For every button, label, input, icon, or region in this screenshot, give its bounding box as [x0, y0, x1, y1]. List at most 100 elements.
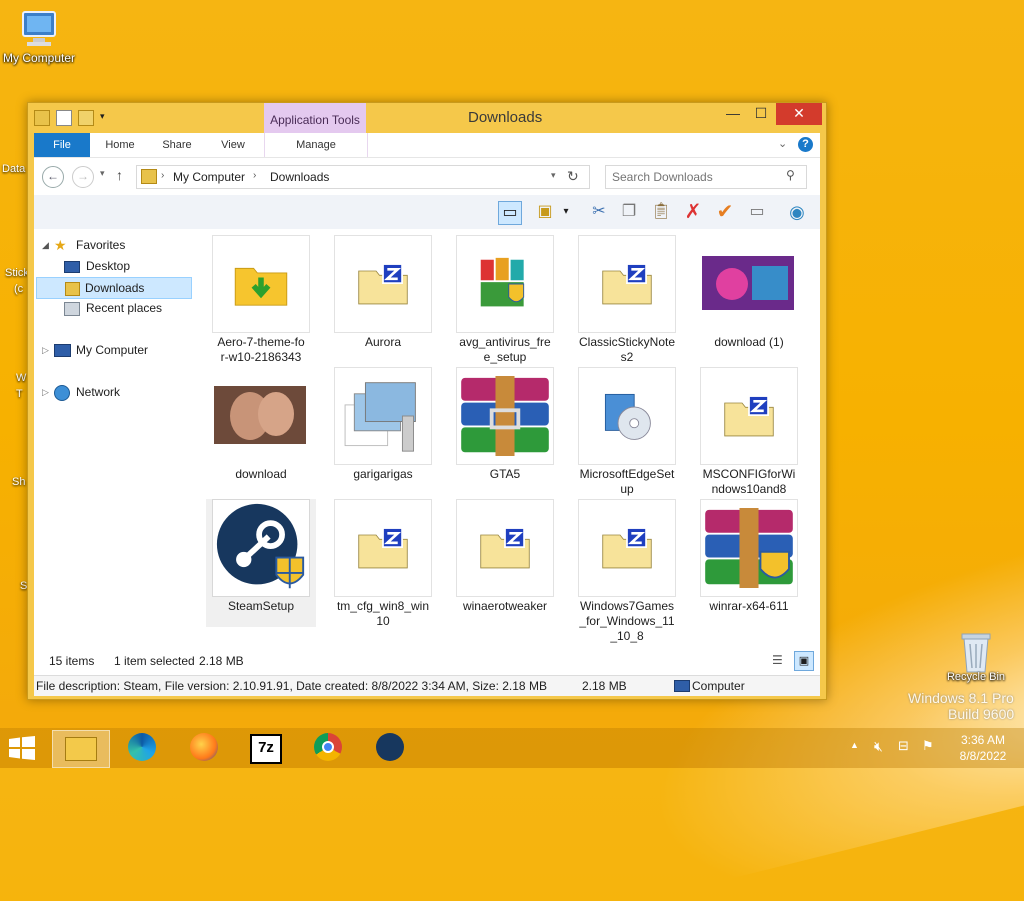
paste-icon[interactable]: 📋︎ [650, 201, 672, 223]
tab-share[interactable]: Share [154, 133, 200, 157]
file-tile[interactable]: Aero-7-theme-fo r-w10-2186343 [206, 235, 316, 364]
file-tile[interactable]: download [206, 367, 316, 495]
tree-recent-places[interactable]: Recent places [34, 298, 194, 318]
expand-arrow-icon[interactable]: ◢ [42, 235, 49, 255]
start-button[interactable] [8, 736, 38, 760]
taskbar-app-button[interactable] [176, 730, 232, 766]
chrome-icon [300, 733, 356, 761]
action-center-icon[interactable]: ⚑ [922, 738, 934, 754]
close-button[interactable]: ✕ [776, 103, 822, 125]
quick-access-toolbar: ▾ [34, 110, 108, 126]
customize-qat-icon[interactable]: ▾ [100, 111, 108, 125]
tab-manage[interactable]: Manage [264, 133, 368, 157]
file-tile[interactable]: Aurora [328, 235, 438, 363]
tree-network[interactable]: ▷ Network [34, 382, 194, 402]
cut-icon[interactable]: ✂ [588, 201, 610, 223]
partial-icon-label: T [16, 388, 23, 400]
partial-icon-label: Stick [5, 267, 29, 279]
details-view-icon[interactable]: ☰ [772, 653, 788, 667]
desktop-icon-recycle-bin[interactable]: Recycle Bin [940, 630, 1012, 683]
up-button[interactable]: ↑ [116, 167, 123, 183]
recent-locations-dropdown[interactable]: ▾ [100, 168, 105, 179]
file-tile[interactable]: winaerotweaker [450, 499, 560, 627]
file-tile[interactable]: winrar-x64-611 [694, 499, 804, 627]
search-input[interactable] [610, 168, 782, 186]
folder-download-icon [212, 235, 310, 333]
explorer-window[interactable]: ▾ Application Tools Downloads — ☐ ✕ File… [27, 102, 827, 700]
zip-folder-icon [456, 499, 554, 597]
watermark-line2: Build 9600 [948, 706, 1015, 722]
tree-my-computer[interactable]: ▷ My Computer [34, 340, 194, 360]
taskbar-app-button[interactable] [362, 730, 418, 766]
command-toolbar: ▭ ▣ ▾ ✂ ❐ 📋︎ ✗ ✔ ▭ ◉ [34, 195, 820, 229]
clock-date[interactable]: 8/8/2022 [954, 749, 1012, 763]
rename-check-icon[interactable]: ✔ [714, 201, 736, 223]
zip-folder-icon [334, 499, 432, 597]
breadcrumb-downloads[interactable]: Downloads [270, 170, 329, 184]
star-icon: ★ [54, 237, 67, 253]
new-folder-icon[interactable] [78, 110, 94, 126]
tab-view[interactable]: View [210, 133, 256, 157]
taskbar-app-button[interactable]: 7z [238, 730, 294, 766]
file-name-label: avg_antivirus_fre e_setup [459, 335, 551, 364]
folder-icon[interactable] [34, 110, 50, 126]
breadcrumb-separator-icon[interactable]: › [253, 170, 256, 181]
file-tile[interactable]: GTA5 [450, 367, 560, 495]
expand-arrow-icon[interactable]: ▷ [42, 340, 49, 360]
delete-icon[interactable]: ✗ [682, 201, 704, 223]
breadcrumb-separator-icon[interactable]: › [161, 170, 164, 181]
file-tile[interactable]: download (1) [694, 235, 804, 363]
properties-window-icon[interactable]: ▭ [746, 201, 768, 223]
maximize-button[interactable]: ☐ [748, 103, 774, 125]
file-tile[interactable]: MicrosoftEdgeSet up [572, 367, 682, 496]
help-icon[interactable]: ? [798, 137, 813, 152]
forward-button[interactable]: → [72, 166, 94, 188]
computer-icon [54, 344, 71, 357]
volume-muted-icon[interactable]: 🔇︎ [874, 738, 883, 755]
file-tile[interactable]: MSCONFIGforWi ndows10and8 [694, 367, 804, 496]
show-hidden-icons-icon[interactable]: ▲ [850, 740, 859, 750]
navigation-pane: ◢ ★ Favorites Desktop Downloads Recent p… [34, 229, 200, 647]
address-dropdown-icon[interactable]: ▾ [551, 170, 556, 181]
address-bar[interactable]: › My Computer › Downloads ▾ ↻ [136, 165, 590, 189]
properties-icon[interactable] [56, 110, 72, 126]
large-icons-view-icon[interactable]: ▣ [794, 651, 814, 671]
tab-home[interactable]: Home [96, 133, 144, 157]
tab-file[interactable]: File [34, 133, 90, 157]
tree-desktop[interactable]: Desktop [34, 256, 194, 276]
tree-downloads[interactable]: Downloads [36, 277, 192, 299]
back-button[interactable]: ← [42, 166, 64, 188]
tree-favorites[interactable]: ◢ ★ Favorites [34, 235, 194, 255]
expand-ribbon-chevron-icon[interactable]: ⌄ [778, 137, 787, 150]
file-tile[interactable]: Windows7Games _for_Windows_11 _10_8 [572, 499, 682, 643]
shell-icon[interactable]: ◉ [786, 201, 808, 223]
winrar-shield-icon [700, 499, 798, 597]
network-tray-icon[interactable]: ⊟ [898, 738, 909, 754]
clock-time[interactable]: 3:36 AM [958, 733, 1008, 747]
taskbar-app-button[interactable] [300, 730, 356, 766]
dropdown-arrow-icon[interactable]: ▾ [560, 201, 572, 223]
title-bar[interactable]: ▾ Application Tools Downloads — ☐ ✕ [28, 103, 826, 133]
file-tile[interactable]: garigarigas [328, 367, 438, 495]
file-name-label: download (1) [714, 335, 784, 349]
search-icon[interactable]: ⚲ [786, 168, 795, 182]
file-name-label: winrar-x64-611 [709, 599, 789, 613]
taskbar-app-button[interactable] [52, 730, 110, 768]
search-box[interactable]: ⚲ [605, 165, 807, 189]
refresh-icon[interactable]: ↻ [567, 168, 579, 185]
minimize-button[interactable]: — [720, 103, 746, 125]
file-tile[interactable]: tm_cfg_win8_win 10 [328, 499, 438, 628]
zip-folder-icon [578, 235, 676, 333]
taskbar-app-button[interactable] [114, 730, 170, 766]
file-tile[interactable]: avg_antivirus_fre e_setup [450, 235, 560, 364]
expand-arrow-icon[interactable]: ▷ [42, 382, 49, 402]
file-name-label: MSCONFIGforWi ndows10and8 [702, 467, 796, 496]
file-tile[interactable]: SteamSetup [206, 499, 316, 627]
preview-pane-icon[interactable]: ▭ [498, 201, 522, 225]
image-thumbnail-icon [212, 367, 308, 463]
open-folder-check-icon[interactable]: ▣ [534, 201, 556, 223]
file-tile[interactable]: ClassicStickyNote s2 [572, 235, 682, 364]
copy-icon[interactable]: ❐ [618, 201, 640, 223]
desktop-icon-my-computer[interactable]: My Computer [0, 8, 78, 65]
breadcrumb-my-computer[interactable]: My Computer [173, 170, 245, 184]
